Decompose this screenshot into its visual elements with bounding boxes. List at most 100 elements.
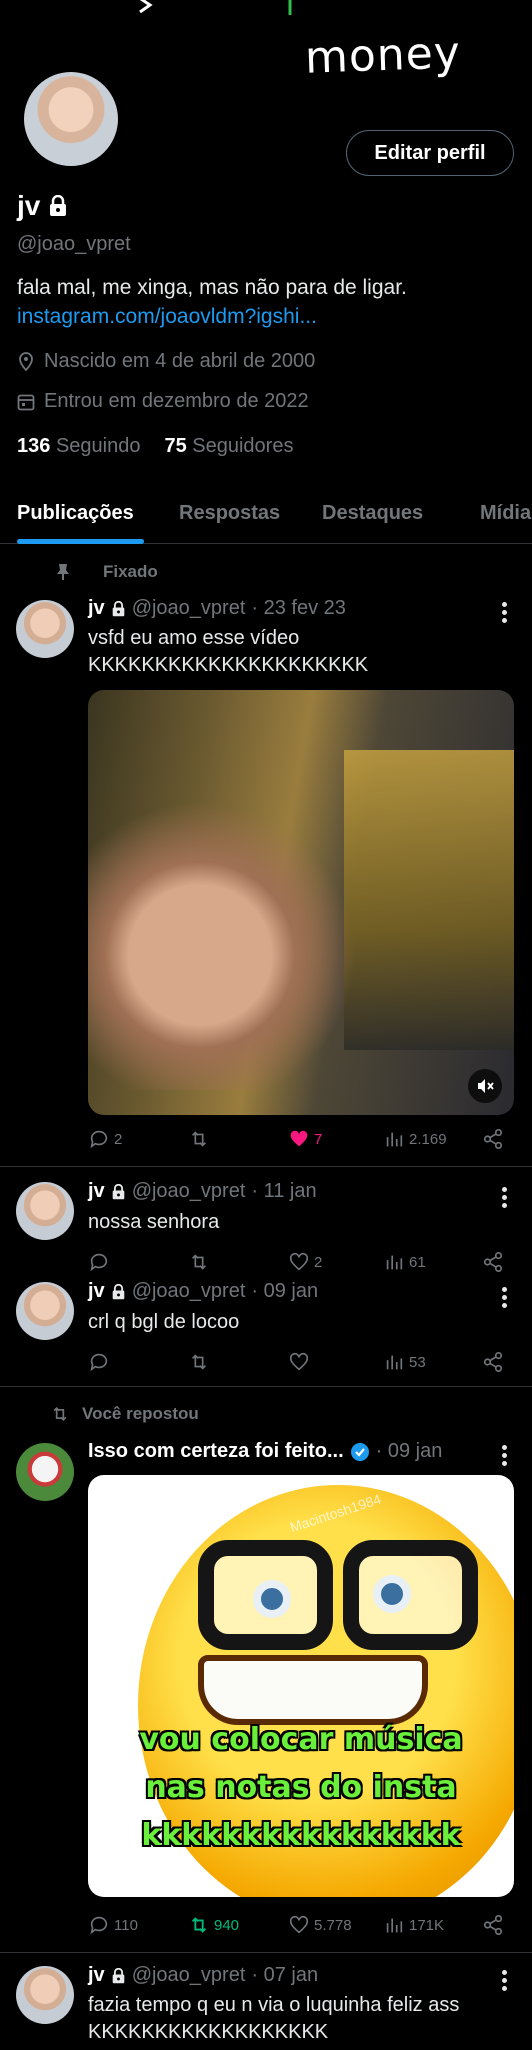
tab-posts[interactable]: Publicações bbox=[17, 502, 134, 525]
tweet[interactable]: jv @joao_vpret · 07 jan fazia tempo q eu… bbox=[0, 1954, 532, 2050]
reply-button[interactable] bbox=[88, 1351, 110, 1373]
tweet-date[interactable]: · 07 jan bbox=[251, 1964, 318, 1987]
followers-link[interactable]: 75 Seguidores bbox=[164, 435, 293, 458]
more-options-icon[interactable] bbox=[502, 1970, 508, 1994]
view-count: 171K bbox=[409, 1916, 445, 1934]
tweet-header: jv @joao_vpret · 23 fev 23 bbox=[88, 597, 346, 620]
tweet-date[interactable]: · 23 fev 23 bbox=[251, 597, 346, 620]
avatar[interactable] bbox=[16, 1182, 74, 1240]
author-name[interactable]: jv bbox=[88, 1964, 105, 1987]
reposted-label-row: Você repostou bbox=[50, 1404, 199, 1424]
tweet-date[interactable]: · 09 jan bbox=[251, 1280, 318, 1303]
tweet-text: nossa senhora bbox=[88, 1211, 220, 1233]
followers-count: 75 bbox=[164, 435, 187, 457]
share-button[interactable] bbox=[482, 1128, 504, 1150]
like-count: 5.778 bbox=[314, 1916, 352, 1934]
reply-button[interactable]: 110 bbox=[88, 1914, 138, 1936]
heart-icon bbox=[289, 1352, 309, 1371]
calendar-icon bbox=[17, 394, 35, 410]
lock-icon bbox=[112, 1967, 125, 1983]
tab-replies[interactable]: Respostas bbox=[179, 502, 280, 525]
pinned-label: Fixado bbox=[103, 562, 158, 581]
views-icon bbox=[386, 1132, 403, 1147]
tweet-text-line2: KKKKKKKKKKKKKKKKKKKKK bbox=[88, 654, 369, 676]
profile-name-row: jv bbox=[17, 190, 68, 222]
views-button[interactable]: 171K bbox=[383, 1914, 444, 1936]
views-button[interactable]: 2.169 bbox=[383, 1128, 447, 1150]
tab-media[interactable]: Mídia bbox=[480, 502, 531, 525]
tweet-header: jv @joao_vpret · 09 jan bbox=[88, 1280, 318, 1303]
author-name[interactable]: jv bbox=[88, 597, 105, 620]
views-button[interactable]: 53 bbox=[383, 1351, 426, 1373]
share-icon bbox=[483, 1352, 503, 1372]
tweet-video[interactable] bbox=[88, 690, 514, 1115]
meme-eye-left bbox=[253, 1580, 291, 1618]
share-button[interactable] bbox=[482, 1914, 504, 1936]
video-frame-sign bbox=[344, 750, 514, 1050]
author-name[interactable]: jv bbox=[88, 1280, 105, 1303]
author-name[interactable]: Isso com certeza foi feito... bbox=[88, 1440, 344, 1463]
lock-icon bbox=[112, 600, 125, 616]
tweet-date[interactable]: · 09 jan bbox=[376, 1440, 443, 1463]
reply-icon bbox=[90, 1130, 108, 1149]
meme-caption-line2: nas notas do insta bbox=[145, 1770, 457, 1805]
share-button[interactable] bbox=[482, 1351, 504, 1373]
muted-speaker-icon bbox=[478, 1079, 494, 1093]
location-pin-icon bbox=[19, 351, 33, 371]
following-count: 136 bbox=[17, 435, 51, 457]
following-link[interactable]: 136 Seguindo bbox=[17, 435, 140, 458]
heart-filled-icon bbox=[290, 1130, 308, 1147]
author-handle[interactable]: @joao_vpret bbox=[132, 1280, 246, 1303]
like-button[interactable]: 7 bbox=[288, 1128, 322, 1150]
avatar[interactable] bbox=[16, 1966, 74, 2024]
pin-icon bbox=[57, 564, 69, 580]
tweet-actions: 110 940 5.778 171K bbox=[88, 1914, 508, 1940]
author-name[interactable]: jv bbox=[88, 1180, 105, 1203]
like-button[interactable] bbox=[288, 1351, 310, 1373]
birth-date: Nascido em 4 de abril de 2000 bbox=[44, 350, 316, 372]
tweet-date[interactable]: · 11 jan bbox=[251, 1180, 316, 1203]
reply-count: 2 bbox=[114, 1130, 123, 1148]
more-options-icon[interactable] bbox=[502, 602, 508, 626]
author-handle[interactable]: @joao_vpret bbox=[132, 1964, 246, 1987]
following-label: Seguindo bbox=[55, 435, 141, 457]
follow-stats: 136 Seguindo 75 Seguidores bbox=[17, 435, 293, 458]
retweet-icon bbox=[191, 1354, 207, 1370]
tweet-image[interactable]: Macintosh1984 vou colocar música nas not… bbox=[88, 1475, 514, 1897]
tweet[interactable]: jv @joao_vpret · 09 jan crl q bgl de loc… bbox=[0, 1267, 532, 1387]
retweet-button[interactable] bbox=[188, 1128, 214, 1150]
avatar[interactable] bbox=[16, 600, 74, 658]
reply-button[interactable]: 2 bbox=[88, 1128, 122, 1150]
profile-link[interactable]: instagram.com/joaovldm?igshi... bbox=[17, 305, 317, 329]
joined-row: Entrou em dezembro de 2022 bbox=[17, 390, 309, 413]
verified-badge-icon bbox=[350, 1442, 369, 1461]
joined-date: Entrou em dezembro de 2022 bbox=[44, 390, 309, 412]
profile-name: jv bbox=[17, 190, 41, 221]
reply-icon bbox=[90, 1916, 108, 1935]
pinned-label-row: Fixado bbox=[55, 562, 158, 582]
retweet-count: 940 bbox=[214, 1916, 240, 1934]
retweet-button[interactable] bbox=[188, 1351, 210, 1373]
like-button[interactable]: 5.778 bbox=[288, 1914, 352, 1936]
heart-icon bbox=[289, 1915, 309, 1934]
avatar[interactable] bbox=[16, 1282, 74, 1340]
video-frame-face bbox=[88, 790, 368, 1090]
meme-eye-right bbox=[373, 1575, 411, 1613]
edit-profile-button[interactable]: Editar perfil bbox=[346, 130, 514, 176]
avatar[interactable] bbox=[16, 1443, 74, 1501]
mute-button[interactable] bbox=[468, 1069, 502, 1103]
profile-avatar[interactable] bbox=[20, 68, 122, 170]
tweet[interactable]: jv @joao_vpret · 11 jan nossa senhora 2 … bbox=[0, 1167, 532, 1272]
more-options-icon[interactable] bbox=[502, 1445, 508, 1469]
reply-count: 110 bbox=[114, 1916, 138, 1934]
more-options-icon[interactable] bbox=[502, 1287, 508, 1311]
retweet-button[interactable]: 940 bbox=[188, 1914, 239, 1936]
author-handle[interactable]: @joao_vpret bbox=[132, 1180, 246, 1203]
more-options-icon[interactable] bbox=[502, 1187, 508, 1211]
author-handle[interactable]: @joao_vpret bbox=[132, 597, 246, 620]
followers-label: Seguidores bbox=[192, 435, 294, 457]
banner-scribble bbox=[139, 0, 292, 15]
tweet-text-line2: KKKKKKKKKKKKKKKKKK bbox=[88, 2021, 329, 2043]
reposted-label: Você repostou bbox=[82, 1404, 199, 1423]
tab-highlights[interactable]: Destaques bbox=[322, 502, 423, 525]
